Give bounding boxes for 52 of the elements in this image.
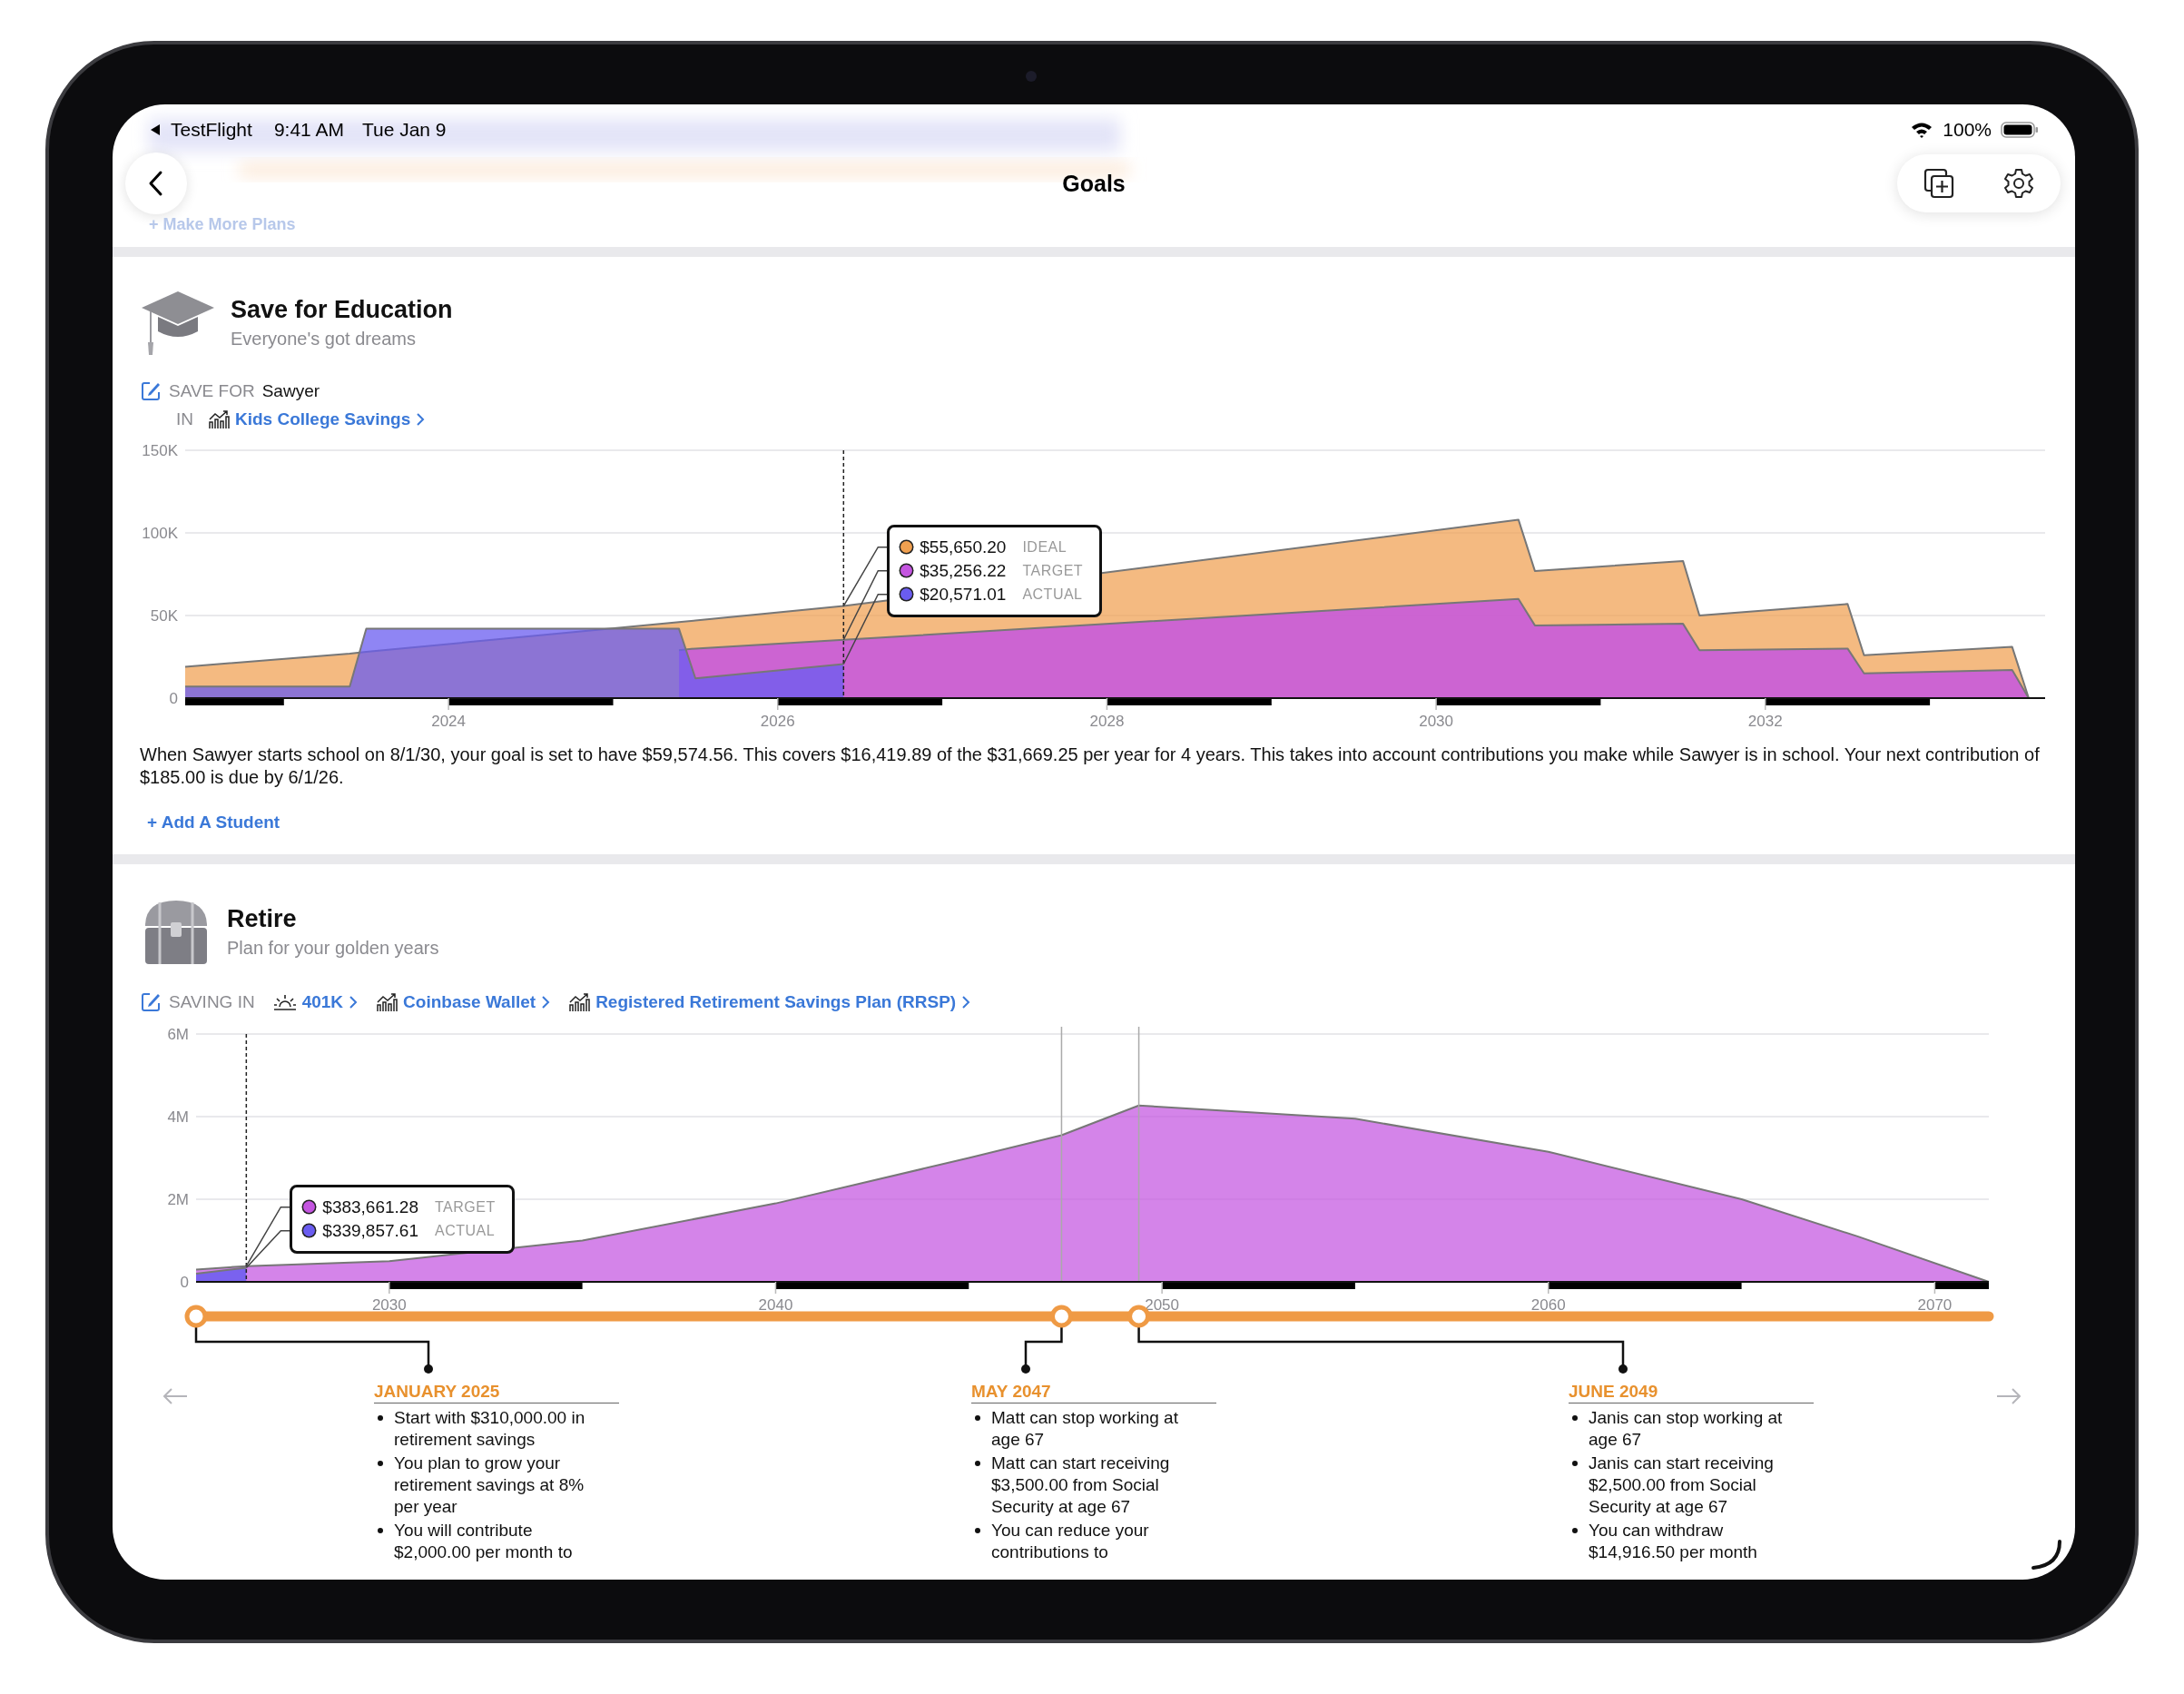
event-date: JANUARY 2025 (374, 1382, 619, 1403)
goal-subtitle: Everyone's got dreams (231, 328, 417, 350)
event-bullet-text: You can withdraw $14,916.50 per month (1589, 1520, 1758, 1563)
y-axis-label: 0 (169, 690, 178, 707)
x-axis-label: 2026 (760, 713, 795, 730)
x-axis-label: 2028 (1089, 713, 1125, 730)
battery-percent: 100% (1943, 119, 1992, 141)
y-axis-label: 100K (142, 525, 178, 542)
event-bullet-text: Janis can stop working at age 67 (1589, 1407, 1784, 1451)
y-axis-label: 150K (142, 442, 178, 459)
field-label: IN (176, 409, 193, 429)
x-axis-label: 2032 (1747, 713, 1783, 730)
event-bullet-text: You can reduce your contributions to (991, 1520, 1150, 1563)
tooltip-value: $339,857.61 (322, 1220, 418, 1241)
x-axis-label: 2030 (371, 1296, 407, 1314)
y-axis-label: 0 (180, 1274, 189, 1291)
goal-title: Retire (227, 904, 298, 933)
x-axis-label: 2060 (1530, 1296, 1566, 1314)
event-bullet-text: You will contribute $2,000.00 per month to (394, 1520, 574, 1563)
event-bullet-text: Matt can start receiving $3,500.00 from Social Security at age 67 (991, 1453, 1171, 1518)
event-bullet-text: Janis can start receiving $2,500.00 from Social Security at age 67 (1589, 1453, 1775, 1518)
series-name: ACTUAL (435, 1222, 496, 1239)
event-bullet-text: Start with $310,000.00 in retirement savings (394, 1407, 586, 1451)
series-name: IDEAL (1022, 538, 1067, 556)
event-bullet-text: Matt can stop working at age 67 (991, 1407, 1179, 1451)
x-axis-label: 2024 (431, 713, 467, 730)
x-axis-label: 2050 (1145, 1296, 1180, 1314)
page-title: Goals (1062, 170, 1126, 197)
tooltip-value: $383,661.28 (322, 1197, 418, 1217)
event-bullet-text: You plan to grow your retirement savings at 8% per year (394, 1453, 585, 1518)
y-axis-label: 4M (167, 1108, 189, 1126)
event-date: MAY 2047 (971, 1382, 1216, 1403)
field-label: SAVE FOR (169, 381, 255, 401)
goal-title: Save for Education (231, 295, 453, 324)
series-name: TARGET (1022, 562, 1084, 579)
series-name: ACTUAL (1022, 586, 1083, 603)
status-time: 9:41 AM (273, 119, 344, 141)
y-axis-label: 2M (167, 1191, 189, 1208)
tooltip-value: $35,256.22 (920, 560, 1007, 581)
field-label: SAVING IN (169, 992, 255, 1012)
x-axis-label: 2030 (1419, 713, 1453, 730)
event-date: JUNE 2049 (1569, 1382, 1814, 1403)
tooltip-value: $20,571.01 (920, 584, 1007, 605)
series-name: TARGET (435, 1198, 496, 1216)
tooltip-value: $55,650.20 (920, 537, 1007, 557)
x-axis-label: 2040 (758, 1296, 793, 1314)
x-axis-label: 2070 (1917, 1296, 1953, 1314)
y-axis-label: 6M (167, 1026, 189, 1043)
goal-subtitle: Plan for your golden years (227, 937, 439, 959)
goal-summary: When Sawyer starts school on 8/1/30, your goal is set to have $59,574.56. This covers $16,419.89 of the $31,669.25 per year for 4 years. This takes into account contributions you make while Sawyer is in school. Your next contribution of $185.00 is due by 6/1/26. (140, 744, 2041, 789)
y-axis-label: 50K (150, 607, 178, 625)
status-date: Tue Jan 9 (361, 119, 447, 141)
